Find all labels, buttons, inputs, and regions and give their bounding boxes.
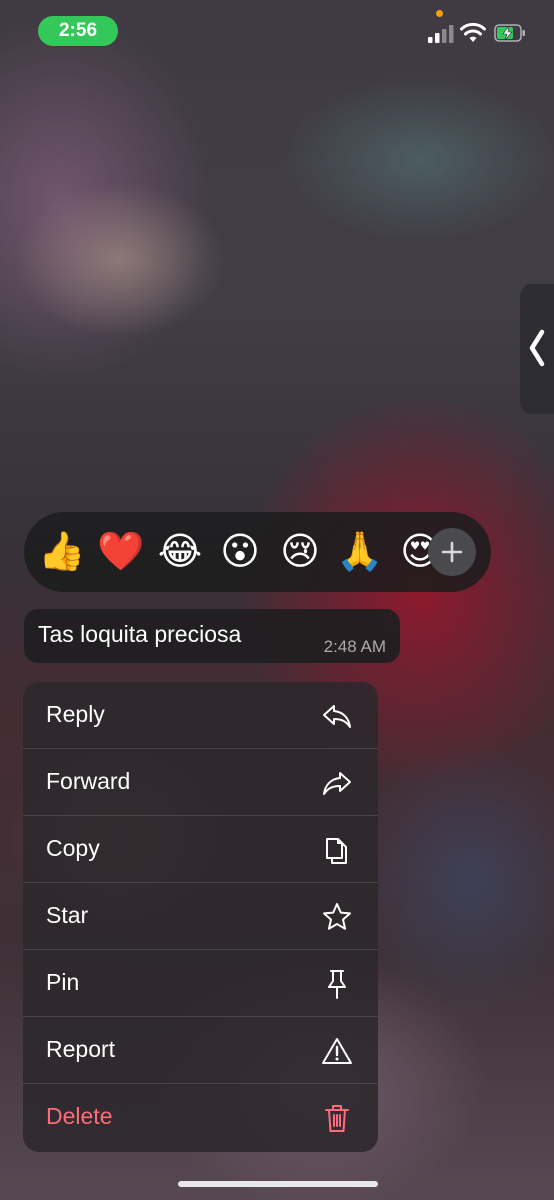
signal-icon	[428, 25, 454, 43]
warning-icon	[322, 1038, 352, 1064]
plus-icon	[441, 541, 463, 563]
reaction-surprised[interactable]: 😮	[214, 526, 266, 578]
message-timestamp: 2:48 AM	[323, 637, 386, 656]
menu-item-label: Copy	[46, 835, 100, 861]
side-panel-handle[interactable]	[520, 284, 554, 414]
reaction-crying[interactable]: 😢	[274, 526, 326, 578]
reaction-bar: 👍 ❤️ 😂 😮 😢 🙏 😍	[24, 512, 491, 592]
menu-item-reply[interactable]: Reply	[23, 682, 378, 749]
reaction-heart[interactable]: ❤️	[95, 526, 147, 578]
menu-item-pin[interactable]: Pin	[23, 950, 378, 1017]
pin-icon	[328, 970, 346, 999]
menu-item-copy[interactable]: Copy	[23, 816, 378, 883]
star-icon	[323, 903, 351, 930]
menu-item-star[interactable]: Star	[23, 883, 378, 950]
privacy-indicator-dot	[436, 10, 443, 17]
reaction-thumbs-up[interactable]: 👍	[36, 526, 88, 578]
menu-item-label: Reply	[46, 701, 105, 727]
trash-icon	[325, 1105, 349, 1132]
status-time[interactable]: 2:56	[38, 16, 118, 46]
menu-item-forward[interactable]: Forward	[23, 749, 378, 816]
battery-charging-icon	[494, 24, 525, 42]
menu-item-label: Star	[46, 902, 89, 928]
wifi-icon	[460, 22, 486, 42]
status-bar: 2:56	[0, 0, 554, 64]
menu-item-label: Pin	[46, 969, 80, 995]
message-text: Tas loquita preciosa	[38, 621, 242, 647]
menu-item-report[interactable]: Report	[23, 1017, 378, 1084]
menu-item-label: Report	[46, 1036, 116, 1062]
message-context-menu: Reply Forward Copy Star Pin Report Delet…	[23, 682, 378, 1152]
add-reaction-button[interactable]	[428, 528, 476, 576]
forward-icon	[323, 772, 351, 795]
menu-item-delete[interactable]: Delete	[23, 1084, 378, 1151]
copy-icon	[326, 838, 347, 864]
menu-item-label: Forward	[46, 768, 131, 794]
reaction-laughing[interactable]: 😂	[154, 526, 206, 578]
chevron-left-icon	[529, 329, 545, 367]
menu-item-label: Delete	[46, 1103, 113, 1129]
message-bubble[interactable]: Tas loquita preciosa 2:48 AM	[24, 609, 400, 663]
reaction-praying-hands[interactable]: 🙏	[334, 526, 386, 578]
home-indicator[interactable]	[178, 1181, 378, 1187]
reply-icon	[323, 705, 351, 728]
